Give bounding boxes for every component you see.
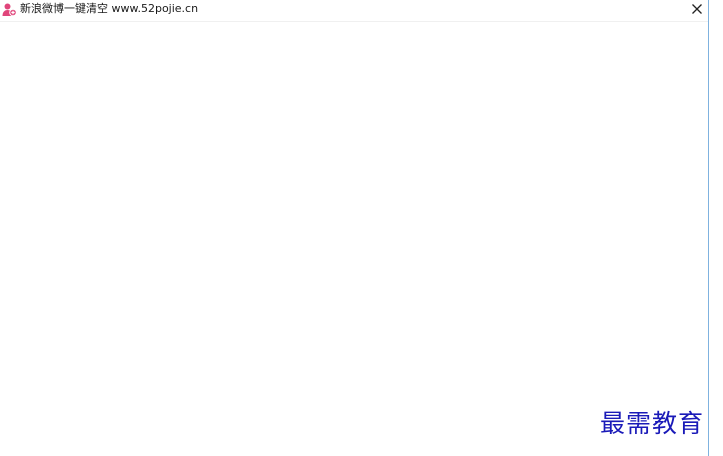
watermark-text: 最需教育 — [600, 409, 705, 438]
app-window: 新浪微博一键清空 www.52pojie.cn — [0, 0, 709, 456]
close-icon — [692, 4, 702, 14]
main-content-area — [0, 22, 708, 456]
weibo-user-icon — [2, 3, 17, 17]
window-title: 新浪微博一键清空 www.52pojie.cn — [20, 2, 199, 15]
title-bar[interactable]: 新浪微博一键清空 www.52pojie.cn — [0, 0, 708, 22]
close-button[interactable] — [688, 1, 706, 18]
